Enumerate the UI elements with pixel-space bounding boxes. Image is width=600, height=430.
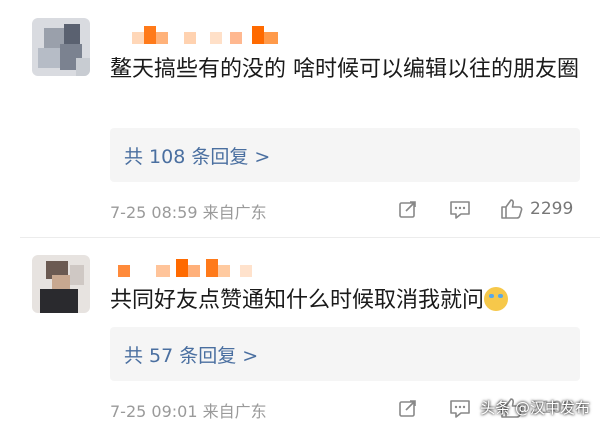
replies-label: 共 57 条回复 > [124,345,259,367]
comment-time: 7-25 08:59 [110,203,198,222]
avatar[interactable] [32,255,90,313]
share-icon[interactable] [398,397,418,419]
comment-text: 鳌天搞些有的没的 啥时候可以编辑以往的朋友圈 [110,57,579,82]
comment-meta: 7-25 09:01 来自广东 [110,398,267,422]
avatar[interactable] [32,18,90,76]
comment-item: 鳌天搞些有的没的 啥时候可以编辑以往的朋友圈 共 108 条回复 > 7-25 … [0,0,600,237]
replies-label: 共 108 条回复 > [124,146,271,168]
watermark: 头条 @汉中发布 [480,399,590,417]
comment-text-content: 共同好友点赞通知什么时候取消我就问 [110,288,485,313]
comment-time: 7-25 09:01 [110,402,198,421]
comment-location: 来自广东 [202,402,267,421]
comment-icon[interactable] [449,198,471,220]
comment-meta: 7-25 08:59 来自广东 [110,199,267,223]
share-icon[interactable] [398,198,418,220]
like-icon[interactable] [500,198,524,220]
username-pixelated[interactable] [110,22,280,48]
comment-text: 共同好友点赞通知什么时候取消我就问 [110,283,580,319]
comment-icon[interactable] [449,397,471,419]
view-replies-button[interactable]: 共 108 条回复 > [110,128,580,182]
username-pixelated[interactable] [110,255,280,281]
comment-location: 来自广东 [202,203,267,222]
like-count: 2299 [530,199,574,219]
view-replies-button[interactable]: 共 57 条回复 > [110,327,580,381]
crying-emoji-icon [484,287,509,311]
